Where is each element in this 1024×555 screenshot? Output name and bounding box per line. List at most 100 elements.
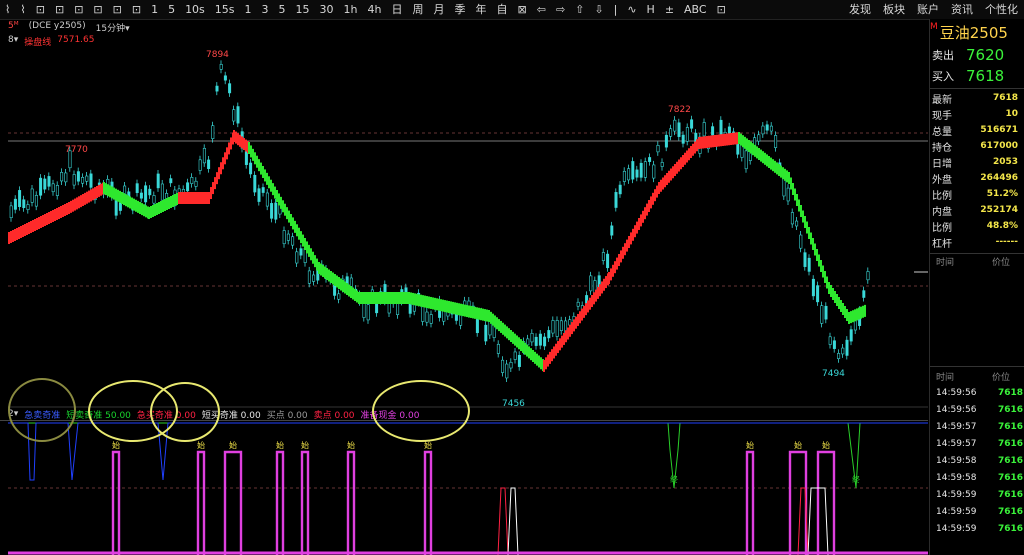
trend-band-segment [64, 204, 66, 216]
candle-body [837, 353, 841, 359]
toolbar-button[interactable]: ABC [679, 0, 712, 19]
trend-band-segment [107, 184, 109, 197]
toolbar-button[interactable]: 自 [492, 0, 513, 19]
toolbar-button[interactable]: ⊡ [50, 0, 69, 19]
toolbar-button[interactable]: 日 [387, 0, 408, 19]
toolbar-button[interactable]: | [609, 0, 623, 19]
toolbar-button[interactable]: ⊡ [69, 0, 88, 19]
toolbar-button[interactable]: 1h [339, 0, 363, 19]
indicator-index[interactable]: 8▾ [8, 35, 18, 49]
candlestick-chart[interactable]: 7894 7770 7822 7456 7494 [8, 48, 928, 408]
toolbar-button[interactable]: ± [660, 0, 679, 19]
toolbar-right: 发现 板块 账户 资讯 个性化 [843, 0, 1024, 19]
candle-body [186, 182, 190, 192]
trend-band-segment [557, 341, 559, 354]
toolbar-button[interactable]: 30 [315, 0, 339, 19]
trend-band-segment [547, 354, 549, 367]
stat-row: 内盘 252174 [932, 202, 1024, 218]
toolbar-button[interactable]: ⌇ [0, 0, 15, 19]
toolbar-button[interactable]: ⊡ [31, 0, 50, 19]
tick-row[interactable]: 14:59:57 7616 [936, 419, 1024, 435]
trend-band-segment [410, 292, 412, 305]
toolbar-button[interactable]: H [642, 0, 660, 19]
col-price: 价位 [992, 258, 1011, 268]
trend-band-segment [12, 230, 14, 242]
trend-band-segment [105, 183, 107, 196]
toolbar-button[interactable]: 1 [146, 0, 163, 19]
trend-band-segment [506, 326, 508, 339]
toolbar-button[interactable]: ∿ [622, 0, 641, 19]
chart-header: 5ᴹ (DCE y2505) 15分钟▾ [0, 21, 130, 35]
toolbar-button[interactable]: ⊡ [108, 0, 127, 19]
interval-select[interactable]: 15分钟▾ [96, 21, 130, 35]
trend-band-segment [722, 134, 724, 146]
toolbar-button[interactable]: 5 [274, 0, 291, 19]
trend-band-segment [48, 212, 50, 224]
tick-row[interactable]: 14:59:58 7616 [936, 453, 1024, 469]
tick-row[interactable]: 14:59:59 7616 [936, 504, 1024, 520]
symbol-label[interactable]: (DCE y2505) [29, 21, 86, 35]
trend-band-segment [486, 309, 488, 322]
price-high-label: 7894 [206, 50, 229, 60]
trend-band-segment [470, 305, 472, 318]
toolbar-button[interactable]: 月 [429, 0, 450, 19]
trend-band-segment [262, 166, 264, 178]
top-menu-item[interactable]: 个性化 [979, 0, 1024, 19]
trend-band-segment [530, 348, 532, 361]
tick-row[interactable]: 14:59:56 7618 [936, 385, 1024, 401]
top-menu-item[interactable]: 发现 [843, 0, 877, 19]
toolbar-button[interactable]: 15s [210, 0, 240, 19]
tick-row[interactable]: 14:59:56 7616 [936, 402, 1024, 418]
trend-band-segment [286, 207, 288, 220]
tick-row[interactable]: 14:59:58 7616 [936, 470, 1024, 486]
toolbar-button[interactable]: ⊡ [88, 0, 107, 19]
trend-band-segment [54, 209, 56, 221]
toolbar-button[interactable]: ⇦ [532, 0, 551, 19]
trend-band-segment [758, 148, 760, 160]
candle-body [866, 271, 870, 281]
trend-band-segment [520, 339, 522, 352]
tick-row[interactable]: 14:59:59 7616 [936, 521, 1024, 537]
trend-band-segment [640, 214, 642, 227]
toolbar-button[interactable]: 3 [257, 0, 274, 19]
trend-band-segment [386, 292, 388, 304]
toolbar-button[interactable]: 5 [163, 0, 180, 19]
buy-row[interactable]: 买入 7618 [932, 66, 1024, 86]
candle-body [366, 304, 370, 321]
top-menu-item[interactable]: 资讯 [945, 0, 979, 19]
sell-row[interactable]: 卖出 7620 [932, 45, 1024, 65]
toolbar-button[interactable]: ⊠ [513, 0, 532, 19]
candle-body [601, 252, 605, 261]
contract-title[interactable]: M 豆油2505 [930, 22, 1008, 43]
toolbar-button[interactable]: 季 [450, 0, 471, 19]
top-menu-item[interactable]: 账户 [911, 0, 945, 19]
toolbar-button[interactable]: 周 [408, 0, 429, 19]
trend-band-segment [204, 192, 206, 204]
panel-separator [930, 88, 1024, 89]
trend-band-segment [634, 225, 636, 238]
toolbar-button[interactable]: 15 [291, 0, 315, 19]
trend-band-segment [88, 190, 90, 203]
toolbar-button[interactable]: ⇩ [589, 0, 608, 19]
candle-body [64, 172, 68, 183]
trend-band-segment [428, 296, 430, 309]
toolbar-button[interactable]: 年 [471, 0, 492, 19]
tick-row[interactable]: 14:59:59 7616 [936, 487, 1024, 503]
toolbar-button[interactable]: ⌇ [15, 0, 30, 19]
toolbar-button[interactable]: ⇨ [551, 0, 570, 19]
top-menu-item[interactable]: 板块 [877, 0, 911, 19]
candle-body [526, 338, 530, 346]
toolbar-button[interactable]: 4h [363, 0, 387, 19]
trend-band-segment [518, 337, 520, 350]
trend-band-segment [553, 346, 555, 359]
trend-band-segment [308, 244, 310, 257]
toolbar-button[interactable]: ⊡ [127, 0, 146, 19]
toolbar-button[interactable]: ⊡ [712, 0, 731, 19]
toolbar-button[interactable]: 1 [240, 0, 257, 19]
toolbar-button[interactable]: 10s [180, 0, 210, 19]
toolbar-button[interactable]: ⇧ [570, 0, 589, 19]
candle-body [761, 125, 765, 135]
trend-band-segment [452, 301, 454, 314]
tick-row[interactable]: 14:59:57 7616 [936, 436, 1024, 452]
trend-band-segment [536, 353, 538, 366]
